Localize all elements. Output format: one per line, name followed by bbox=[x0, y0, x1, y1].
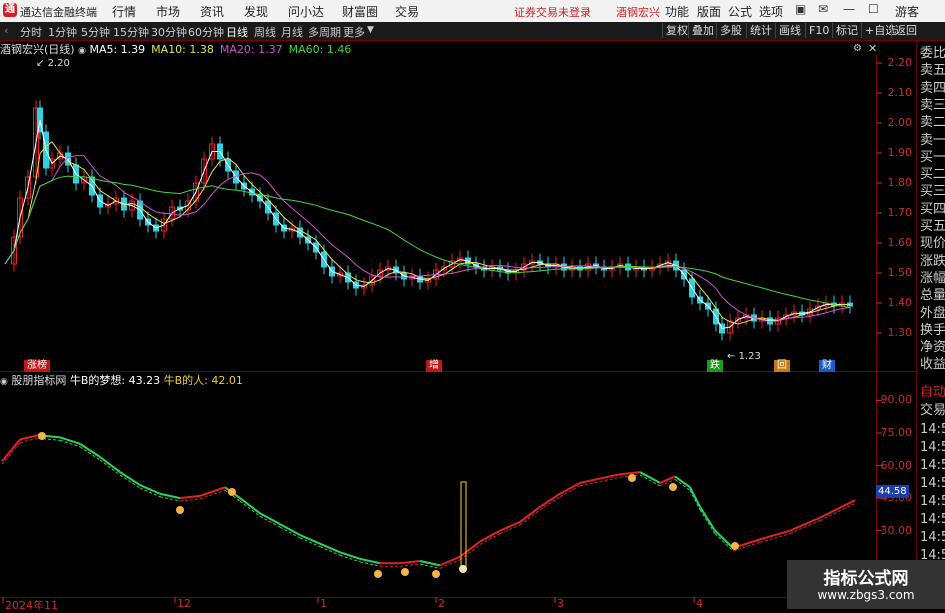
date-label-0: 2024年11 bbox=[5, 599, 58, 612]
price-tick-5: 1.70 bbox=[887, 206, 913, 219]
price-tick-7: 1.50 bbox=[887, 266, 913, 279]
tag-zeng[interactable]: 增 bbox=[426, 360, 442, 372]
tag-zhangbang[interactable]: 涨榜 bbox=[24, 360, 50, 372]
indicator-seg-main bbox=[674, 475, 691, 489]
indicator-seg-main bbox=[239, 497, 261, 515]
watermark-title: 指标公式网 bbox=[823, 569, 909, 589]
price-tick-8: 1.40 bbox=[887, 296, 913, 309]
main-grid bbox=[0, 40, 916, 603]
indicator-seg-main bbox=[819, 499, 856, 519]
hand-marker-icon bbox=[176, 506, 184, 514]
ind-line2-value: 42.01 bbox=[211, 374, 243, 387]
indicator-name[interactable]: 股朋指标网 bbox=[11, 374, 66, 387]
indicator-seg-main bbox=[519, 505, 541, 523]
price-tick-4: 1.80 bbox=[887, 176, 913, 189]
tag-die[interactable]: 跌 bbox=[707, 360, 723, 372]
indicator-seg-sub bbox=[699, 509, 716, 534]
indicator-seg-sub bbox=[1, 442, 21, 465]
indicator-seg-main bbox=[789, 516, 821, 532]
hand-marker-icon bbox=[401, 568, 409, 576]
indicator-toggle-icon[interactable]: ◉ bbox=[0, 377, 8, 387]
indicator-seg-main bbox=[619, 471, 641, 476]
indicator-seg-sub bbox=[519, 509, 541, 526]
indicator-seg-main bbox=[559, 482, 581, 495]
indicator-seg-main bbox=[419, 560, 441, 567]
date-label-3: 2 bbox=[438, 597, 445, 610]
ma-line-layer bbox=[4, 119, 851, 330]
indicator-seg-sub bbox=[399, 563, 421, 567]
price-tick-3: 1.90 bbox=[887, 146, 913, 159]
indicator-seg-main bbox=[714, 529, 734, 549]
indicator-seg-main bbox=[259, 512, 281, 526]
indicator-seg-sub bbox=[539, 496, 561, 511]
indicator-seg-sub bbox=[79, 446, 101, 461]
indicator-seg-sub bbox=[819, 502, 856, 522]
hand-marker-icon bbox=[432, 570, 440, 578]
low-price-label: ← 1.23 bbox=[727, 351, 761, 362]
date-label-2: 1 bbox=[320, 597, 327, 610]
hand-marker-icon bbox=[669, 483, 677, 491]
indicator-seg-sub bbox=[179, 498, 201, 502]
kline-chart[interactable] bbox=[0, 0, 945, 609]
watermark-url: www.zbgs3.com bbox=[817, 588, 915, 602]
price-tick-9: 1.30 bbox=[887, 326, 913, 339]
date-label-1: 12 bbox=[177, 597, 191, 610]
indicator-seg-sub bbox=[689, 490, 701, 511]
indicator-seg-main bbox=[279, 523, 301, 536]
indicator-seg-main bbox=[689, 486, 701, 508]
hand-marker-icon bbox=[228, 488, 236, 496]
indicator-current-value: 44.58 bbox=[876, 485, 909, 498]
hand-marker-icon bbox=[38, 432, 46, 440]
indicator-seg-main bbox=[639, 471, 661, 484]
ma-line-ma20 bbox=[4, 155, 851, 323]
indicator-seg-main bbox=[179, 494, 201, 500]
indicator-seg-main bbox=[539, 492, 561, 508]
indicator-seg-main bbox=[359, 557, 381, 565]
candlestick-layer bbox=[11, 100, 853, 341]
indicator-seg-sub bbox=[99, 459, 121, 476]
watermark: 指标公式网 www.zbgs3.com bbox=[787, 560, 945, 609]
price-tick-0: 2.20 bbox=[887, 56, 913, 69]
ma-line-ma10 bbox=[4, 141, 850, 325]
indicator-seg-main bbox=[79, 443, 101, 458]
ind-tick-1: 75.00 bbox=[880, 426, 913, 439]
indicator-seg-main bbox=[399, 560, 421, 565]
hand-marker-icon bbox=[731, 542, 739, 550]
indicator-seg-main bbox=[159, 492, 181, 500]
date-label-5: 4 bbox=[696, 597, 703, 610]
ma-line-ma5 bbox=[4, 119, 850, 330]
indicator-seg-main bbox=[99, 456, 121, 473]
price-tick-1: 2.10 bbox=[887, 86, 913, 99]
ind-tick-0: 90.00 bbox=[880, 393, 913, 407]
hand-marker-icon bbox=[628, 474, 636, 482]
ind-line2-name: 牛B的人 bbox=[163, 374, 205, 387]
price-tick-6: 1.60 bbox=[887, 236, 913, 249]
indicator-seg-main bbox=[119, 471, 141, 486]
indicator-info: ◉ 股朋指标网 牛B的梦想: 43.23 牛B的人: 42.01 bbox=[0, 374, 243, 387]
indicator-seg-sub bbox=[714, 533, 734, 552]
indicator-seg-sub bbox=[239, 500, 261, 517]
ind-tick-2: 60.00 bbox=[880, 458, 913, 472]
indicator-layer bbox=[1, 432, 856, 578]
hand-marker-icon bbox=[374, 570, 382, 578]
date-label-4: 3 bbox=[557, 597, 564, 610]
indicator-seg-main bbox=[339, 551, 361, 560]
indicator-seg-main bbox=[459, 540, 481, 558]
indicator-seg-sub bbox=[789, 520, 821, 535]
indicator-seg-main bbox=[659, 475, 676, 484]
high-price-label: ↙ 2.20 bbox=[36, 58, 70, 69]
indicator-seg-main bbox=[59, 436, 81, 445]
indicator-seg-sub bbox=[459, 544, 481, 561]
money-bag-icon bbox=[459, 565, 467, 573]
tag-cai[interactable]: 财 bbox=[819, 360, 835, 372]
indicator-seg-main bbox=[479, 529, 501, 543]
price-tick-2: 2.00 bbox=[887, 116, 913, 129]
tag-hui[interactable]: 回 bbox=[774, 360, 790, 372]
indicator-seg-main bbox=[699, 506, 716, 532]
ind-line1-name: 牛B的梦想 bbox=[69, 374, 122, 387]
ind-line1-value: 43.23 bbox=[128, 374, 161, 387]
ind-tick-4: 30.00 bbox=[880, 523, 913, 537]
indicator-seg-sub bbox=[119, 474, 141, 489]
indicator-seg-main bbox=[1, 438, 21, 462]
